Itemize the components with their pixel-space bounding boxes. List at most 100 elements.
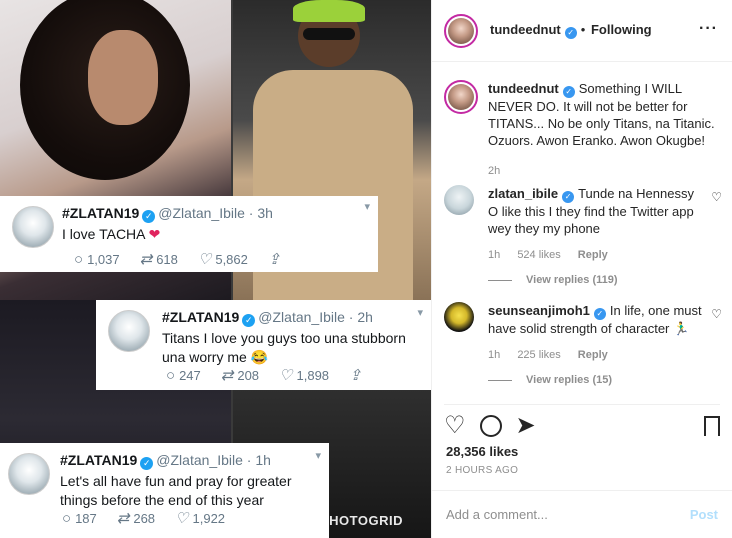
- like-action[interactable]: ♡ 1,922: [175, 509, 225, 527]
- separator-dot: •: [580, 22, 586, 37]
- heart-icon: ♡: [175, 510, 189, 527]
- tweet-header: #ZLATAN19 ✓ @Zlatan_Ibile · 3h: [62, 205, 366, 223]
- reply-icon: ○: [166, 366, 176, 384]
- comment-item: zlatan_ibile ✓ Tunde na Hennessy O like th…: [444, 185, 722, 289]
- verified-icon: ✓: [242, 314, 256, 327]
- retweet-action[interactable]: ⇄ 618: [140, 250, 178, 268]
- author-avatar-image: [448, 17, 474, 44]
- commenter-username[interactable]: zlatan_ibile: [488, 186, 558, 201]
- replies-line: [488, 280, 512, 281]
- author-username[interactable]: tundeednut: [490, 22, 561, 37]
- caption-time: 2h: [488, 165, 501, 177]
- view-replies-label: View replies (15): [526, 374, 613, 386]
- reply-count: 247: [179, 367, 201, 383]
- comment-text: zlatan_ibile ✓ Tunde na Hennessy O like th…: [488, 185, 702, 237]
- comment-likes[interactable]: 225 likes: [517, 349, 560, 361]
- heart-icon: ♡: [279, 367, 293, 384]
- chevron-down-icon[interactable]: ▾: [417, 306, 423, 319]
- tweet-header: #ZLATAN19 ✓ @Zlatan_Ibile · 2h: [162, 309, 419, 327]
- likes-count[interactable]: 28,356 likes: [446, 444, 518, 459]
- comment-like-icon[interactable]: ♡: [711, 189, 722, 206]
- tweet-text-content: I love TACHA: [62, 226, 145, 242]
- tweet-text: Titans I love you guys too una stubborn …: [162, 330, 406, 365]
- post-actions: ♡ ➤: [444, 404, 720, 440]
- post-caption: tundeednut ✓ Something I WILL NEVER DO. It…: [444, 80, 722, 180]
- photo-hairtop: [293, 0, 365, 22]
- reply-count: 187: [75, 510, 97, 526]
- tweet-handle: @Zlatan_Ibile · 2h: [258, 309, 373, 325]
- verified-icon: ✓: [593, 308, 606, 320]
- retweet-icon: ⇄: [220, 367, 234, 384]
- comment-like-icon[interactable]: ♡: [711, 306, 722, 323]
- share-icon: ⇪: [349, 367, 362, 384]
- reply-action[interactable]: ○ 187: [62, 509, 97, 527]
- caption-meta: 2h: [488, 163, 722, 180]
- like-count: 1,898: [296, 367, 330, 383]
- tweet-avatar: [12, 206, 54, 248]
- red-heart-icon: ❤: [148, 226, 161, 242]
- reply-button[interactable]: Reply: [578, 249, 608, 261]
- comment-bubble-icon[interactable]: [479, 414, 502, 437]
- comment-text: seunseanjimoh1 ✓ In life, one must have so…: [488, 302, 702, 337]
- reply-button[interactable]: Reply: [578, 349, 608, 361]
- reply-icon: ○: [74, 250, 84, 268]
- retweet-action[interactable]: ⇄ 268: [117, 509, 155, 527]
- commenter-avatar[interactable]: [444, 185, 474, 215]
- tweet-name: #ZLATAN19: [162, 309, 240, 325]
- chevron-down-icon[interactable]: ▾: [364, 200, 370, 213]
- reply-icon: ○: [62, 509, 72, 527]
- post-media[interactable]: #ZLATAN19 ✓ @Zlatan_Ibile · 3h I love TACH…: [0, 0, 431, 538]
- reply-action[interactable]: ○ 247: [166, 366, 201, 384]
- add-comment-input[interactable]: Add a comment...: [446, 507, 690, 522]
- verified-icon: ✓: [562, 191, 575, 203]
- follow-button[interactable]: Following: [591, 22, 652, 37]
- retweet-action[interactable]: ⇄ 208: [221, 366, 259, 384]
- post-panel: tundeednut ✓ • Following ··· tundeednut ✓ So…: [431, 0, 732, 538]
- tweet-avatar: [108, 310, 150, 352]
- comment-time: 1h: [488, 349, 501, 361]
- caption-text: tundeednut ✓ Something I WILL NEVER DO. It…: [488, 80, 722, 149]
- replies-line: [488, 380, 512, 381]
- tweet-actions: ○ 187 ⇄ 268 ♡ 1,922: [62, 509, 245, 528]
- tweet-name: #ZLATAN19: [60, 452, 138, 468]
- share-action[interactable]: ⇪: [349, 366, 366, 384]
- heart-icon[interactable]: ♡: [444, 411, 466, 440]
- author-avatar[interactable]: [444, 80, 478, 114]
- tweet-card: #ZLATAN19 ✓ @Zlatan_Ibile · 1h Let's all h…: [0, 443, 329, 538]
- view-replies[interactable]: View replies (15): [488, 372, 722, 389]
- like-action[interactable]: ♡ 5,862: [198, 250, 248, 268]
- tweet-actions: ○ 247 ⇄ 208 ♡ 1,898 ⇪: [166, 366, 386, 385]
- photo-face: [88, 30, 158, 125]
- like-count: 1,922: [192, 510, 226, 526]
- tweet-avatar: [8, 453, 50, 495]
- like-action[interactable]: ♡ 1,898: [279, 366, 329, 384]
- heart-icon: ♡: [197, 251, 212, 268]
- post-comment-button[interactable]: Post: [690, 507, 718, 522]
- retweet-count: 208: [237, 367, 260, 383]
- share-icon: ⇪: [267, 251, 281, 268]
- view-replies-label: View replies (119): [526, 274, 618, 286]
- tweet-card: #ZLATAN19 ✓ @Zlatan_Ibile · 2h Titans I lo…: [96, 300, 431, 390]
- comment-meta: 1h 524 likes Reply: [488, 247, 722, 264]
- commenter-username[interactable]: seunseanjimoh1: [488, 303, 590, 318]
- author-avatar[interactable]: [444, 13, 478, 48]
- commenter-avatar[interactable]: [444, 302, 474, 332]
- view-replies[interactable]: View replies (119): [488, 272, 722, 289]
- author-avatar-image: [448, 84, 474, 110]
- comment-time: 1h: [488, 249, 501, 261]
- bookmark-icon[interactable]: [704, 415, 720, 436]
- verified-icon: ✓: [142, 210, 156, 223]
- reply-action[interactable]: ○ 1,037: [74, 250, 120, 268]
- comment-likes[interactable]: 524 likes: [517, 249, 560, 261]
- share-icon[interactable]: ➤: [516, 411, 536, 440]
- more-options-icon[interactable]: ···: [699, 20, 718, 38]
- caption-username[interactable]: tundeednut: [488, 81, 559, 96]
- verified-icon: ✓: [562, 86, 575, 98]
- add-comment-bar: Add a comment... Post: [432, 490, 732, 538]
- tweet-text: Let's all have fun and pray for greater …: [60, 473, 292, 508]
- chevron-down-icon[interactable]: ▾: [315, 449, 321, 462]
- like-count: 5,862: [215, 251, 248, 267]
- share-action[interactable]: ⇪: [268, 250, 285, 268]
- post-timestamp[interactable]: 2 HOURS AGO: [446, 465, 518, 476]
- reply-count: 1,037: [87, 251, 120, 267]
